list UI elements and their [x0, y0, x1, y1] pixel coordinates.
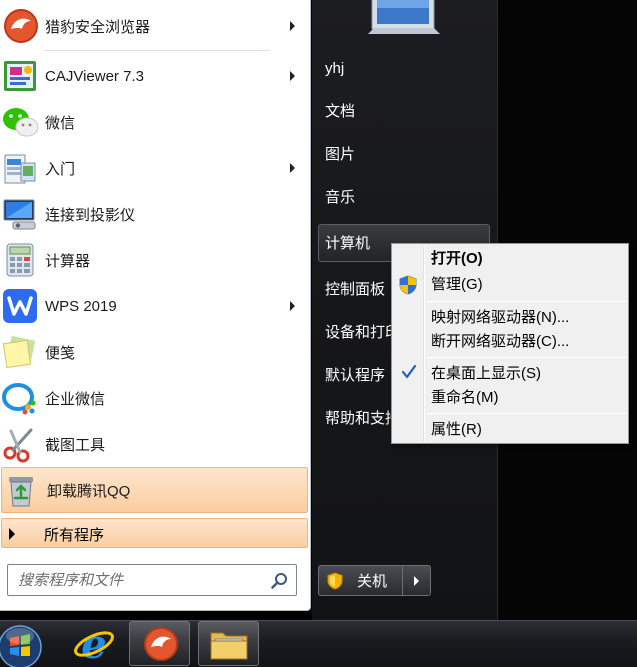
program-label: 截图工具	[45, 436, 106, 454]
menu-item-show-on-desktop[interactable]: 在桌面上显示(S)	[431, 363, 541, 385]
internet-explorer-icon: e	[74, 623, 114, 665]
taskbar-item-cheetah-browser[interactable]	[129, 621, 190, 666]
calculator-icon	[6, 243, 34, 277]
search-input[interactable]	[8, 565, 258, 595]
program-item-sticky-notes[interactable]: 便笺	[0, 329, 309, 375]
submenu-arrow-icon	[290, 71, 295, 81]
submenu-arrow-icon	[290, 163, 295, 173]
start-menu-left-pane: 猎豹安全浏览器 CAJViewer 7.3 微信 入门 连接到投影仪 计算器 W…	[0, 0, 311, 611]
menu-gutter-highlight	[424, 246, 425, 441]
program-item-wecom[interactable]: 企业微信	[0, 375, 309, 421]
program-label: 计算器	[45, 252, 91, 270]
cheetah-browser-icon	[4, 9, 38, 43]
program-item-snipping-tool[interactable]: 截图工具	[0, 421, 309, 467]
recycle-bin-icon	[9, 477, 33, 507]
search-icon[interactable]	[271, 572, 288, 589]
program-label: 微信	[45, 114, 76, 132]
projector-icon	[3, 199, 36, 230]
menu-separator	[425, 357, 627, 358]
right-item-user[interactable]: yhj	[325, 58, 344, 80]
program-item-wechat[interactable]: 微信	[0, 99, 309, 145]
program-label: 猎豹安全浏览器	[45, 18, 151, 36]
program-item-connect-projector[interactable]: 连接到投影仪	[0, 191, 309, 237]
all-programs-button[interactable]: 所有程序	[1, 518, 308, 548]
menu-item-properties[interactable]: 属性(R)	[431, 419, 482, 441]
checkmark-icon	[401, 364, 417, 379]
right-item-documents[interactable]: 文档	[325, 101, 355, 123]
shutdown-control: 关机	[318, 565, 431, 596]
submenu-arrow-icon	[290, 21, 295, 31]
all-programs-label: 所有程序	[44, 527, 105, 544]
menu-item-disconnect-network-drive[interactable]: 断开网络驱动器(C)...	[431, 331, 569, 353]
shutdown-label: 关机	[357, 573, 388, 590]
program-item-wps[interactable]: WPS 2019	[0, 283, 309, 329]
play-arrow-icon	[9, 528, 15, 540]
cheetah-browser-icon	[144, 627, 178, 661]
shield-icon	[327, 571, 343, 590]
sticky-notes-icon	[2, 335, 36, 369]
snipping-tool-icon	[3, 428, 33, 463]
right-item-music[interactable]: 音乐	[325, 187, 355, 209]
menu-item-rename[interactable]: 重命名(M)	[431, 387, 499, 409]
right-item-help-support[interactable]: 帮助和支持	[325, 408, 400, 430]
program-label: 卸载腾讯QQ	[47, 482, 131, 500]
right-item-computer[interactable]: 计算机	[325, 233, 370, 255]
wps-icon	[3, 289, 37, 323]
computer-monitor-icon	[368, 0, 440, 34]
chevron-right-icon	[414, 575, 419, 586]
taskbar-item-file-explorer[interactable]	[198, 621, 259, 666]
computer-context-menu: 打开(O) 管理(G) 映射网络驱动器(N)... 断开网络驱动器(C)... …	[391, 243, 629, 444]
right-item-pictures[interactable]: 图片	[325, 144, 355, 166]
program-label: 入门	[45, 160, 76, 178]
program-item-cheetah-browser[interactable]: 猎豹安全浏览器	[0, 3, 309, 49]
pinned-separator	[44, 50, 270, 51]
program-label: 便笺	[45, 344, 76, 362]
right-item-control-panel[interactable]: 控制面板	[325, 279, 385, 301]
menu-item-map-network-drive[interactable]: 映射网络驱动器(N)...	[431, 307, 569, 329]
menu-item-open[interactable]: 打开(O)	[431, 248, 483, 270]
program-label: WPS 2019	[45, 297, 117, 315]
submenu-arrow-icon	[290, 301, 295, 311]
program-item-uninstall-qq[interactable]: 卸载腾讯QQ	[1, 467, 308, 513]
program-label: 连接到投影仪	[45, 206, 136, 224]
wechat-icon	[3, 108, 39, 137]
right-item-default-programs[interactable]: 默认程序	[325, 365, 385, 387]
shutdown-button[interactable]: 关机	[318, 565, 402, 596]
cajviewer-icon	[4, 61, 36, 91]
start-orb[interactable]	[0, 620, 44, 667]
menu-separator	[425, 413, 627, 414]
program-label: 企业微信	[45, 390, 106, 408]
wecom-icon	[2, 383, 36, 415]
svg-text:e: e	[81, 623, 106, 665]
file-explorer-icon	[210, 632, 248, 660]
program-item-calculator[interactable]: 计算器	[0, 237, 309, 283]
program-item-getting-started[interactable]: 入门	[0, 145, 309, 191]
taskbar-item-internet-explorer[interactable]: e	[64, 621, 125, 666]
getting-started-icon	[4, 154, 36, 184]
menu-item-manage[interactable]: 管理(G)	[431, 274, 483, 296]
program-label: CAJViewer 7.3	[45, 67, 144, 85]
search-box	[7, 564, 297, 596]
shutdown-options-button[interactable]	[402, 565, 431, 596]
uac-shield-icon	[399, 275, 417, 295]
menu-separator	[425, 301, 627, 302]
program-item-cajviewer[interactable]: CAJViewer 7.3	[0, 53, 309, 99]
